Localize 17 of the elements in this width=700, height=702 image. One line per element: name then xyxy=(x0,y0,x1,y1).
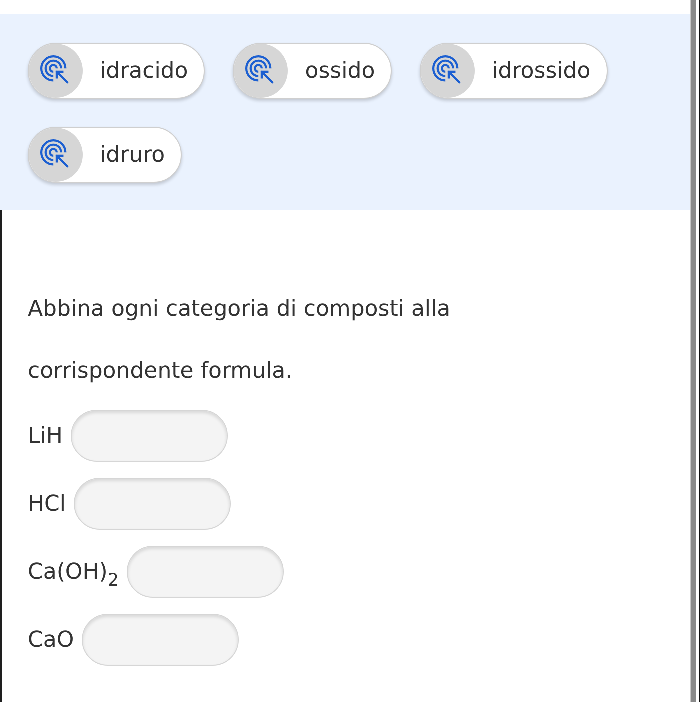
choice-chip[interactable]: idruro xyxy=(28,127,182,183)
question-text: Abbina ogni categoria di composti alla corrispondente formula. xyxy=(28,296,452,386)
answer-box[interactable] xyxy=(127,546,284,598)
click-icon xyxy=(421,44,476,98)
answer-box[interactable] xyxy=(74,478,232,530)
click-icon xyxy=(29,128,83,182)
formula-label: Ca(OH)$_{2}$ xyxy=(28,560,120,584)
formula-label: HCl xyxy=(28,492,66,516)
answer-box[interactable] xyxy=(82,614,240,666)
choice-chip[interactable]: idracido xyxy=(28,43,206,99)
formula-label: LiH xyxy=(28,424,63,448)
answer-box[interactable] xyxy=(70,410,228,462)
click-icon xyxy=(29,44,83,98)
choice-chip[interactable]: idrossido xyxy=(420,43,608,99)
click-icon xyxy=(234,44,288,98)
formula-label: CaO xyxy=(28,628,74,652)
choice-chip[interactable]: ossido xyxy=(233,43,392,99)
